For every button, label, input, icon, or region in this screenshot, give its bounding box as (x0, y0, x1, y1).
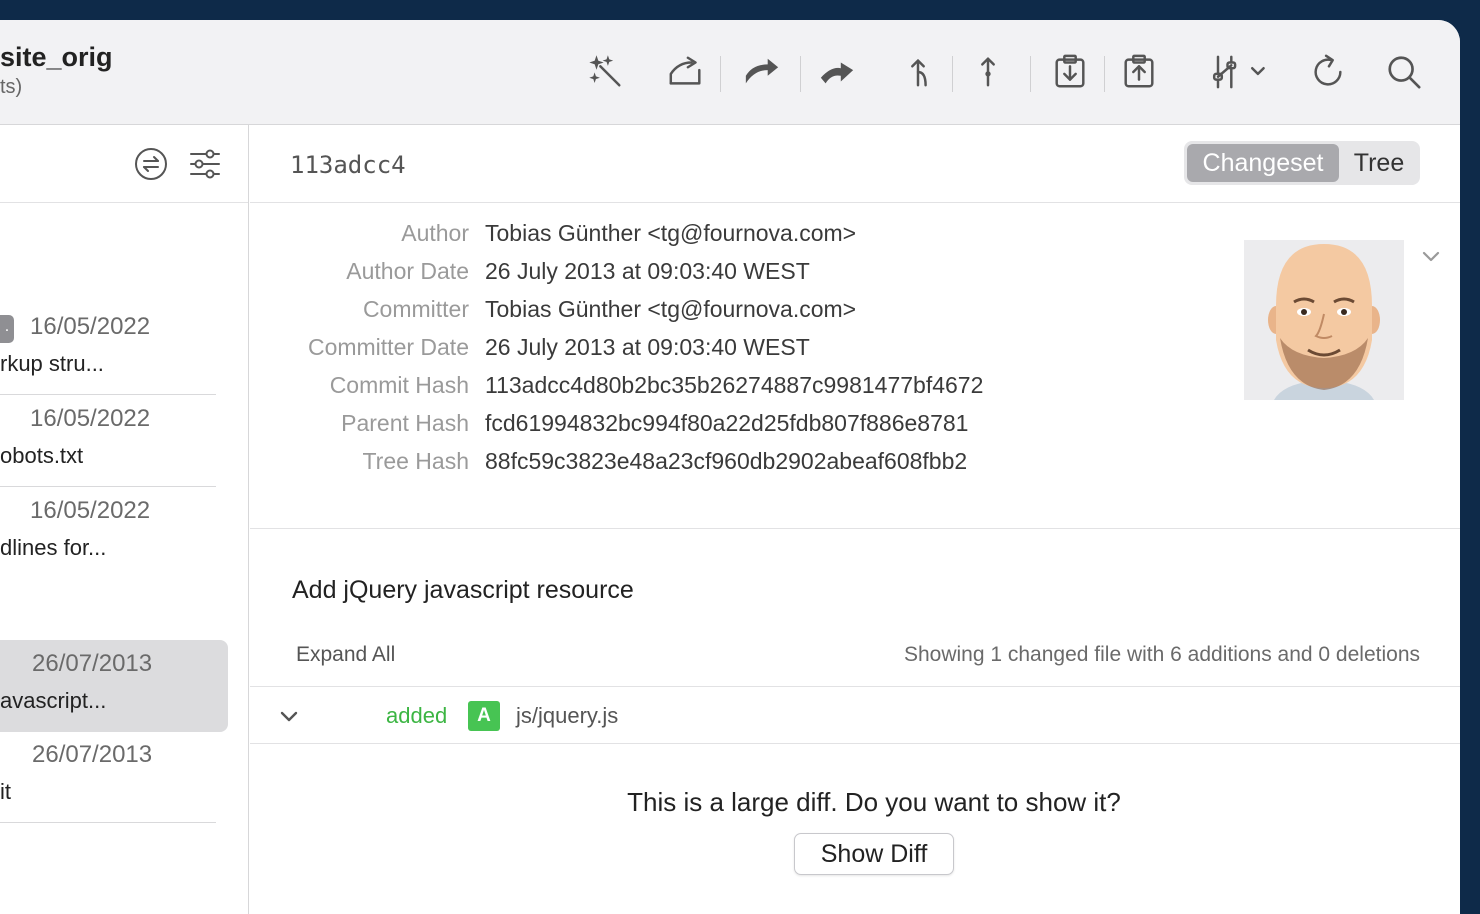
pop-stash-icon[interactable] (1117, 50, 1161, 94)
commit-list-sidebar: . 16/05/2022 rkup stru... 16/05/2022 obo… (0, 125, 249, 914)
meta-row-committer-date: Committer Date 26 July 2013 at 09:03:40 … (250, 334, 1250, 372)
meta-label: Committer (362, 296, 469, 322)
commit-message: it (0, 779, 11, 804)
commit-date: 26/07/2013 (32, 650, 153, 677)
repository-subtitle: ts) (0, 76, 23, 98)
meta-value[interactable]: 113adcc4d80b2bc35b26274887c9981477bf4672 (485, 372, 983, 399)
merge-icon[interactable] (896, 50, 940, 94)
divider (250, 528, 1460, 529)
refresh-icon[interactable] (1306, 50, 1350, 94)
view-segmented-control: Changeset Tree (1184, 141, 1420, 185)
stash-icon[interactable] (1048, 50, 1092, 94)
meta-row-committer: Committer Tobias Günther <tg@fournova.co… (250, 296, 1250, 334)
fetch-icon[interactable] (664, 50, 708, 94)
commit-message: dlines for... (0, 535, 107, 560)
meta-row-parent-hash: Parent Hash fcd61994832bc994f80a22d25fdb… (250, 410, 1250, 448)
commit-detail-panel: 113adcc4 Changeset Tree Author Tobias Gü… (250, 125, 1460, 914)
meta-label: Parent Hash (341, 410, 469, 436)
meta-value[interactable]: fcd61994832bc994f80a22d25fdb807f886e8781 (485, 410, 968, 437)
meta-value: 26 July 2013 at 09:03:40 WEST (485, 258, 810, 284)
magic-wand-icon[interactable] (584, 50, 628, 94)
commit-message: obots.txt (0, 443, 84, 468)
view-options-icon[interactable] (1202, 50, 1272, 94)
expand-all-button[interactable]: Expand All (296, 643, 395, 667)
meta-value: 26 July 2013 at 09:03:40 WEST (485, 334, 810, 360)
sidebar-header (0, 125, 248, 203)
commit-date: 16/05/2022 (30, 405, 151, 432)
push-icon[interactable] (815, 50, 859, 94)
commit-list-item[interactable]: 26/07/2013 it (0, 731, 216, 823)
commit-date: 26/07/2013 (32, 741, 153, 768)
meta-value: Tobias Günther <tg@fournova.com> (485, 296, 857, 322)
search-icon[interactable] (1382, 50, 1426, 94)
meta-label: Author (401, 220, 469, 246)
rebase-icon[interactable] (966, 50, 1010, 94)
show-diff-button[interactable]: Show Diff (794, 833, 954, 875)
author-avatar (1244, 240, 1404, 400)
tab-tree[interactable]: Tree (1342, 144, 1416, 182)
meta-label: Commit Hash (329, 372, 469, 398)
meta-value[interactable]: 88fc59c3823e48a23cf960db2902abeaf608fbb2 (485, 448, 967, 475)
repository-title: site_orig (0, 42, 113, 72)
file-path: js/jquery.js (516, 703, 619, 728)
commit-list-item-selected[interactable]: 26/07/2013 avascript... (0, 640, 228, 732)
tab-changeset[interactable]: Changeset (1187, 144, 1339, 182)
commit-list-item[interactable]: . 16/05/2022 rkup stru... (0, 303, 216, 395)
meta-label: Tree Hash (362, 448, 469, 474)
commit-list-item[interactable]: 16/05/2022 obots.txt (0, 395, 216, 487)
filter-settings-icon[interactable] (188, 147, 222, 181)
added-badge: A (468, 701, 500, 731)
chevron-down-icon[interactable] (276, 703, 302, 729)
large-diff-message: This is a large diff. Do you want to sho… (627, 787, 1121, 817)
toolbar: site_orig ts) (0, 20, 1460, 125)
meta-row-commit-hash: Commit Hash 113adcc4d80b2bc35b26274887c9… (250, 372, 1250, 410)
branch-tag: . (0, 315, 14, 343)
changed-file-row[interactable]: added A js/jquery.js (250, 686, 1460, 744)
commit-message: avascript... (0, 688, 107, 713)
commit-subject: Add jQuery javascript resource (292, 576, 634, 604)
changes-summary: Showing 1 changed file with 6 additions … (903, 643, 1420, 666)
pull-icon[interactable] (740, 50, 784, 94)
chevron-down-icon[interactable] (1418, 243, 1444, 269)
meta-row-author-date: Author Date 26 July 2013 at 09:03:40 WES… (250, 258, 1250, 296)
short-commit-hash: 113adcc4 (290, 151, 406, 179)
file-status: added (386, 703, 448, 728)
meta-row-tree-hash: Tree Hash 88fc59c3823e48a23cf960db2902ab… (250, 448, 1250, 486)
meta-label: Author Date (346, 258, 469, 284)
commit-date: 16/05/2022 (30, 313, 151, 340)
commit-message: rkup stru... (0, 351, 104, 376)
commit-list-item[interactable]: 16/05/2022 dlines for... (0, 487, 216, 579)
commit-detail-header: 113adcc4 Changeset Tree (250, 125, 1460, 203)
app-window: site_orig ts) . 16/05/2022 rkup stru... … (0, 20, 1460, 914)
sync-icon[interactable] (134, 147, 168, 181)
commit-date: 16/05/2022 (30, 497, 151, 524)
meta-label: Committer Date (307, 334, 469, 360)
meta-row-author: Author Tobias Günther <tg@fournova.com> (250, 220, 1250, 258)
meta-value: Tobias Günther <tg@fournova.com> (485, 220, 857, 246)
